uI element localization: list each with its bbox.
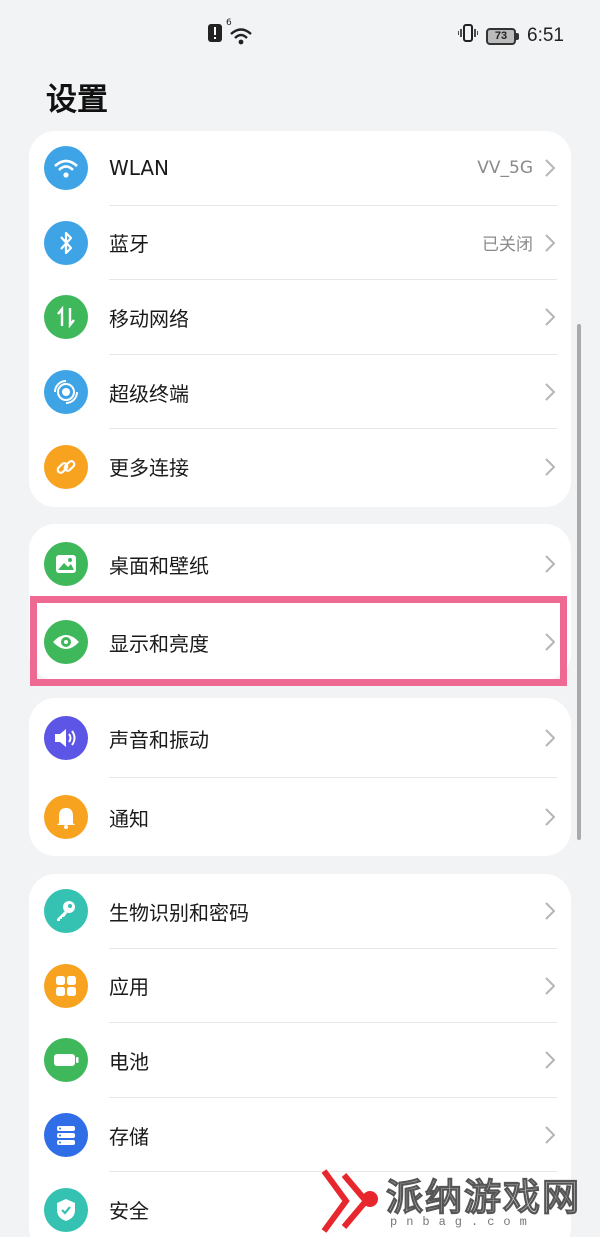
settings-item-label: 存储	[109, 1124, 149, 1149]
battery-icon	[44, 1038, 88, 1083]
settings-item-apps[interactable]: 应用	[29, 949, 571, 1024]
page-title: 设置	[46, 82, 108, 118]
settings-item-wlan[interactable]: WLAN VV_5G	[29, 131, 571, 206]
status-left: 6	[208, 18, 254, 46]
link-icon	[44, 444, 88, 489]
settings-item-label: 电池	[109, 1049, 149, 1074]
wifi-icon: 6	[226, 18, 254, 46]
settings-item-label: 声音和振动	[109, 727, 209, 752]
alert-icon	[208, 24, 222, 46]
settings-item-display-brightness[interactable]: 显示和亮度	[29, 604, 571, 680]
settings-item-more-connections[interactable]: 更多连接	[29, 429, 571, 504]
settings-item-label: 通知	[109, 806, 149, 831]
bell-icon	[44, 795, 88, 839]
settings-item-label: 应用	[109, 975, 149, 1000]
battery-icon: 73	[486, 27, 520, 45]
chevron-right-icon	[545, 234, 556, 256]
settings-item-bluetooth[interactable]: 蓝牙 已关闭	[29, 206, 571, 281]
settings-item-label: 桌面和壁纸	[109, 553, 209, 578]
status-bar: 6 73 6:51	[0, 0, 600, 70]
settings-item-label: 移动网络	[109, 306, 189, 331]
eye-icon	[44, 620, 88, 664]
chevron-right-icon	[545, 633, 556, 655]
settings-item-wallpaper[interactable]: 桌面和壁纸	[29, 524, 571, 604]
super-device-icon	[44, 370, 88, 415]
settings-group-display: 桌面和壁纸 显示和亮度	[29, 524, 571, 680]
settings-item-value: VV_5G	[477, 158, 533, 179]
chevron-right-icon	[545, 1126, 556, 1148]
settings-item-label: 安全	[109, 1199, 149, 1224]
settings-item-storage[interactable]: 存储	[29, 1098, 571, 1173]
settings-item-mobile-network[interactable]: 移动网络	[29, 280, 571, 355]
chevron-right-icon	[545, 159, 556, 181]
chevron-right-icon	[545, 555, 556, 577]
settings-item-label: WLAN	[109, 156, 170, 181]
chevron-right-icon	[545, 902, 556, 924]
chevron-right-icon	[545, 977, 556, 999]
settings-item-battery[interactable]: 电池	[29, 1023, 571, 1098]
settings-item-biometrics-password[interactable]: 生物识别和密码	[29, 874, 571, 949]
scrollbar[interactable]	[577, 324, 581, 840]
settings-item-label: 超级终端	[109, 381, 189, 406]
mobile-data-icon	[44, 295, 88, 340]
bluetooth-icon	[44, 220, 88, 265]
wifi-tag: 6	[226, 18, 232, 28]
settings-item-label: 蓝牙	[109, 232, 149, 257]
apps-icon	[44, 963, 88, 1008]
wifi-icon	[44, 146, 88, 191]
watermark-url: pnbag.com	[390, 1215, 536, 1229]
battery-level: 73	[486, 27, 517, 45]
chevron-right-icon	[545, 729, 556, 751]
watermark: 派纳游戏网 pnbag.com	[318, 1165, 598, 1237]
shield-icon	[44, 1187, 88, 1232]
chevron-right-icon	[545, 808, 556, 830]
chevron-right-icon	[545, 383, 556, 405]
settings-item-sound-vibration[interactable]: 声音和振动	[29, 698, 571, 778]
key-icon	[44, 889, 88, 934]
wallpaper-icon	[44, 542, 88, 586]
settings-item-label: 生物识别和密码	[109, 900, 249, 925]
chevron-right-icon	[545, 457, 556, 480]
watermark-logo	[321, 1169, 378, 1233]
settings-item-super-device[interactable]: 超级终端	[29, 355, 571, 430]
watermark-text: 派纳游戏网	[386, 1176, 581, 1220]
chevron-right-icon	[545, 308, 556, 330]
vibrate-icon	[457, 24, 479, 48]
storage-icon	[44, 1113, 88, 1158]
settings-item-notifications[interactable]: 通知	[29, 778, 571, 856]
settings-item-value: 已关闭	[482, 235, 533, 256]
clock: 6:51	[527, 25, 564, 46]
status-right: 73 6:51	[457, 24, 564, 48]
settings-item-label: 更多连接	[109, 456, 189, 481]
chevron-right-icon	[545, 1051, 556, 1073]
settings-item-label: 显示和亮度	[109, 631, 209, 656]
settings-group-connectivity: WLAN VV_5G 蓝牙 已关闭 移动网络 超级终端 更多连接	[29, 131, 571, 507]
speaker-icon	[44, 716, 88, 760]
settings-group-sound: 声音和振动 通知	[29, 698, 571, 856]
